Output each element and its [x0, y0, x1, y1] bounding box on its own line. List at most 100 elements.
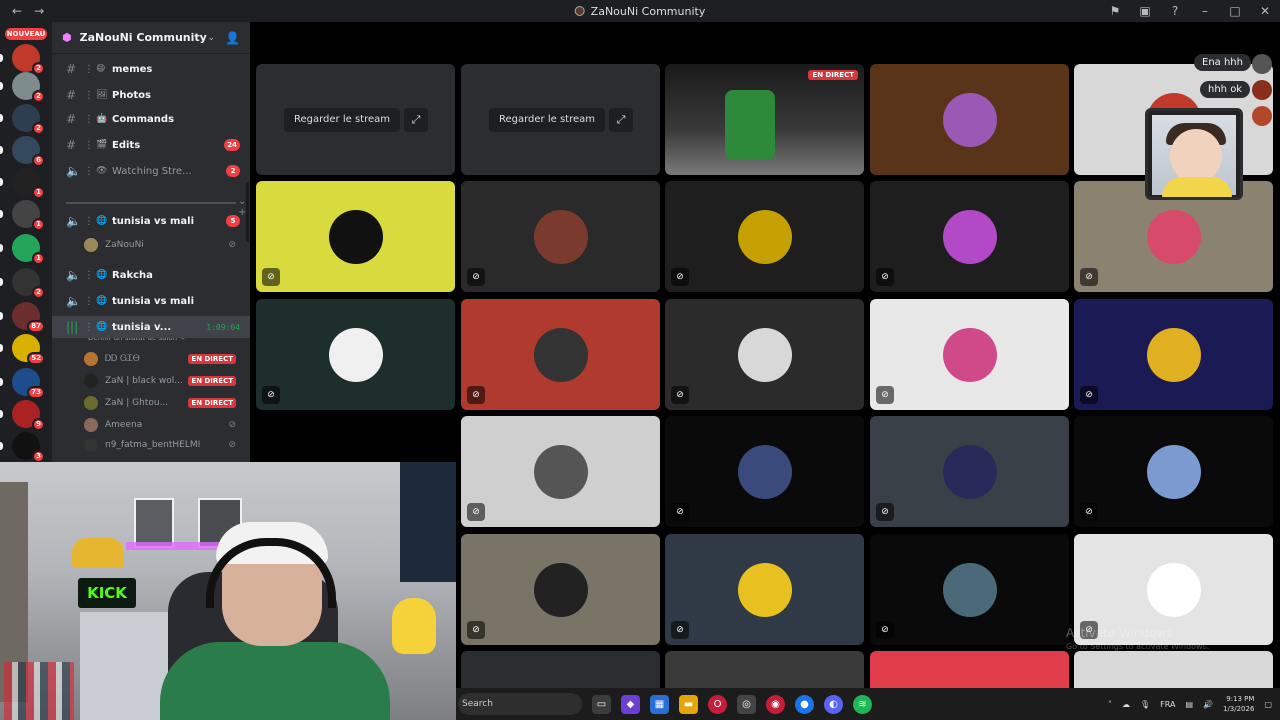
popout-icon[interactable]: ⤢ [404, 108, 428, 132]
spotify-icon[interactable]: ≋ [853, 694, 872, 714]
close-icon[interactable]: ✕ [1258, 4, 1272, 18]
voice-channel[interactable]: 🔈 ⋮ 🌐 tunisia vs mali 5 [52, 210, 250, 232]
participant-tile[interactable]: ⊘ [870, 181, 1069, 292]
participant-tile[interactable]: ⊘ [665, 416, 864, 527]
voice-user[interactable]: n9_fatma_bentHELMI ⊘ [84, 436, 244, 454]
participant-tile[interactable]: ⊘ [461, 299, 660, 410]
mic-icon[interactable]: 🎙 [1140, 700, 1150, 709]
popout-icon[interactable]: ⤢ [609, 108, 633, 132]
network-icon[interactable]: ▤ [1185, 700, 1193, 709]
participant-tile[interactable]: ⊘ [461, 416, 660, 527]
more-dots-icon: ⋮ [84, 89, 94, 101]
text-channel[interactable]: # ⋮ 😄 memes [52, 58, 250, 80]
voice-channel[interactable]: 🔈 ⋮ 🌐 tunisia vs mali [52, 290, 250, 312]
stream-tile[interactable]: Regarder le stream ⤢ [256, 64, 455, 175]
minimize-icon[interactable]: – [1198, 4, 1212, 18]
watch-stream-button[interactable]: Regarder le stream [489, 108, 605, 132]
voice-user[interactable]: ZaNouNi ⊘ [84, 236, 244, 254]
server-icon[interactable]: 2 [12, 72, 45, 103]
voice-channel[interactable]: 🔈 ⋮ 🌐 Rakcha [52, 264, 250, 286]
chevron-down-icon[interactable]: ⌄ [208, 33, 216, 43]
cloud-icon[interactable]: ☁ [1122, 700, 1130, 709]
mic-muted-icon: ⊘ [228, 440, 236, 450]
hash-icon: # [66, 112, 77, 126]
participant-tile[interactable]: ⊘ [1074, 299, 1273, 410]
live-badge: EN DIRECT [808, 70, 858, 80]
notification-icon[interactable]: ▢ [1264, 700, 1272, 709]
watch-stream-button[interactable]: Regarder le stream [284, 108, 400, 132]
participant-tile[interactable] [870, 64, 1069, 175]
maximize-icon[interactable]: □ [1228, 4, 1242, 18]
taskbar-apps: ▭ ◆ ▦ ▬ O ◎ ◉ ● ◐ ≋ [592, 694, 872, 714]
forward-arrow-icon[interactable]: → [34, 4, 44, 18]
back-arrow-icon[interactable]: ← [12, 4, 22, 18]
avatar [942, 209, 997, 264]
inbox-icon[interactable]: ⚑ [1108, 4, 1122, 18]
participant-tile[interactable]: ⊘ [870, 534, 1069, 645]
server-icon[interactable]: 87 [12, 302, 45, 333]
language-indicator[interactable]: FRA [1160, 700, 1175, 709]
server-icon[interactable]: 2 [12, 268, 45, 299]
opera-gx-icon[interactable]: ◎ [737, 694, 756, 714]
system-tray: ˄ ☁ 🎙 FRA ▤ 🔊 9:13 PM 1/3/2026 ▢ [1108, 688, 1272, 720]
mic-muted-icon: ⊘ [876, 621, 894, 639]
server-icon[interactable]: 2 [12, 104, 45, 135]
chrome-icon[interactable]: ● [795, 694, 814, 714]
live-stream-tile[interactable]: EN DIRECT [665, 64, 864, 175]
server-icon[interactable]: 52 [12, 334, 45, 365]
participant-tile[interactable]: ⊘ [870, 299, 1069, 410]
channel-emoji-icon: 😄 [96, 64, 106, 74]
server-icon[interactable]: 1 [12, 168, 45, 199]
task-view-icon[interactable]: ▭ [592, 694, 611, 714]
picture-in-picture-video[interactable] [1145, 108, 1243, 200]
server-icon[interactable]: 1 [12, 234, 45, 265]
discord-icon[interactable]: ◐ [824, 694, 843, 714]
participant-tile[interactable]: ⊘ [256, 299, 455, 410]
participant-tile[interactable]: ⊘ [461, 534, 660, 645]
participant-tile[interactable]: ⊘ [665, 181, 864, 292]
participant-tile[interactable]: ⊘ [665, 534, 864, 645]
text-channel[interactable]: # ⋮ 🎬 Edits 24 [52, 134, 250, 156]
text-channel[interactable]: # ⋮ 🖼 Photos [52, 84, 250, 106]
guild-header[interactable]: ⬢ ZaNouNi Community ⌄ 👤 [52, 22, 250, 54]
mention-badge: 1 [32, 218, 45, 231]
settings-icon[interactable] [1252, 54, 1272, 74]
voice-channel[interactable]: 🔈 ⋮ 👁 Watching Stre... 2 [52, 160, 250, 182]
voice-user[interactable]: ZaN | Ghtou... EN DIRECT [84, 394, 244, 412]
voice-channel[interactable]: ||| ⋮ 🌐 tunisia v... 1:09:04 [52, 316, 250, 338]
folder-icon[interactable]: ▬ [679, 694, 698, 714]
help-icon[interactable]: ? [1168, 4, 1182, 18]
chevron-up-icon[interactable]: ˄ [1108, 700, 1112, 709]
live-badge: EN DIRECT [188, 398, 236, 408]
store-icon[interactable]: ▦ [650, 694, 669, 714]
copilot-icon[interactable]: ◆ [621, 694, 640, 714]
voice-user[interactable]: ZaN | black wol... EN DIRECT [84, 372, 244, 390]
more-dots-icon: ⋮ [84, 139, 94, 151]
server-icon[interactable]: 1 [12, 200, 45, 231]
avatar [84, 352, 98, 366]
server-icon[interactable]: 3 [12, 432, 45, 463]
participant-tile[interactable]: ⊘ [665, 299, 864, 410]
server-icon[interactable]: 9 [12, 400, 45, 431]
voice-user[interactable]: Ameena ⊘ [84, 416, 244, 434]
live-badge: EN DIRECT [188, 376, 236, 386]
taskbar-search[interactable]: Search [458, 693, 582, 715]
participant-tile[interactable]: ⊘ [256, 181, 455, 292]
server-icon[interactable]: 6 [12, 136, 45, 167]
opera-gx-alt-icon[interactable]: ◉ [766, 694, 785, 714]
server-icon[interactable]: 2 [12, 44, 45, 75]
text-channel[interactable]: # ⋮ 🤖 Commands [52, 108, 250, 130]
participant-tile[interactable]: ⊘ [461, 181, 660, 292]
volume-icon[interactable]: 🔊 [1203, 700, 1213, 709]
voice-user[interactable]: ᎠᎠ ᏀᏆᎾ EN DIRECT [84, 350, 244, 368]
server-icon[interactable]: 73 [12, 368, 45, 399]
participant-tile[interactable]: ⊘ [870, 416, 1069, 527]
screen-icon[interactable]: ▣ [1138, 4, 1152, 18]
window-title-text: ZaNouNi Community [590, 4, 706, 18]
kick-logo-icon: KICK [78, 578, 136, 608]
clock[interactable]: 9:13 PM 1/3/2026 [1223, 694, 1254, 714]
opera-icon[interactable]: O [708, 694, 727, 714]
stream-tile[interactable]: Regarder le stream ⤢ [461, 64, 660, 175]
invite-user-icon[interactable]: 👤 [225, 31, 240, 45]
participant-tile[interactable]: ⊘ [1074, 416, 1273, 527]
